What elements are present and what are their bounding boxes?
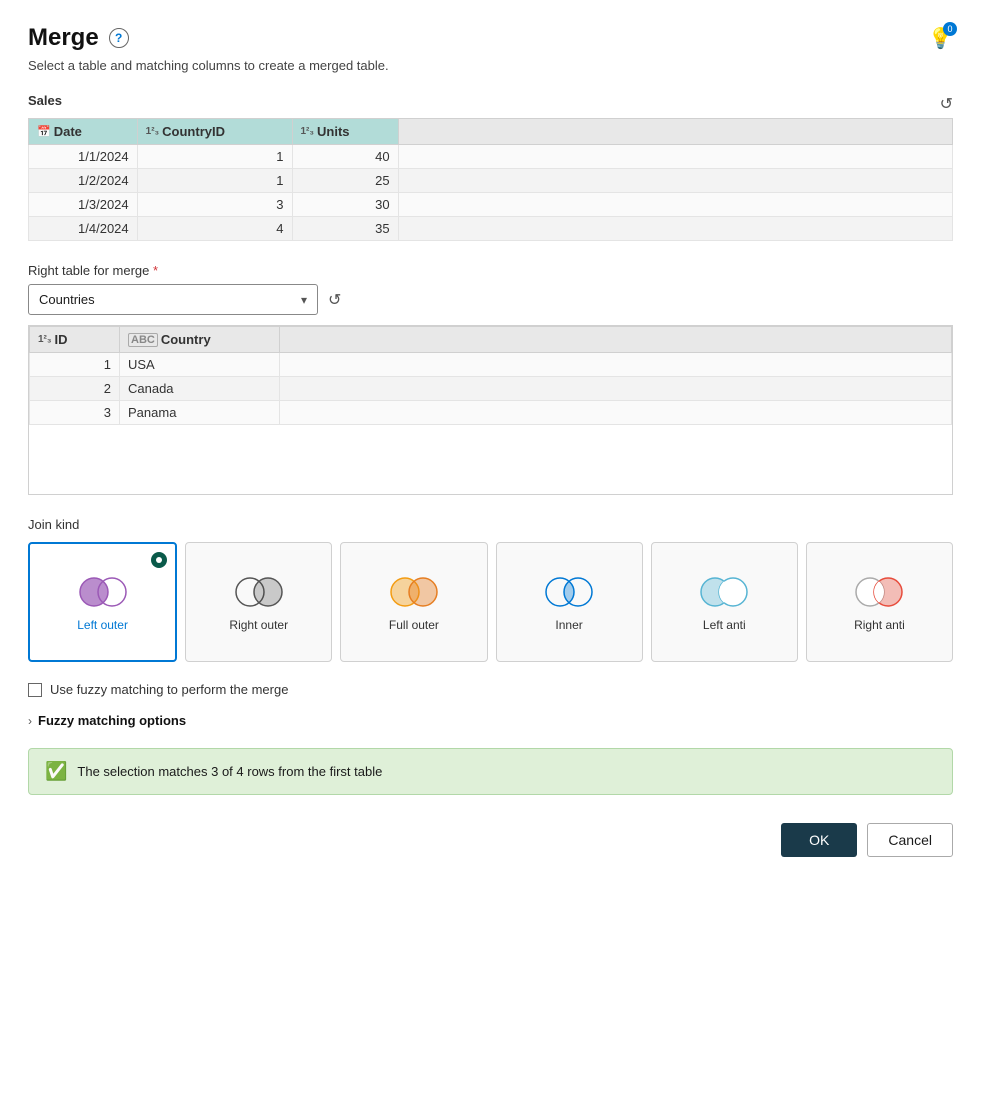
join-card-inner-label: Inner [555,618,582,632]
join-card-left-outer-label: Left outer [77,618,128,632]
right-table-field-label: Right table for merge * [28,263,953,278]
ok-button[interactable]: OK [781,823,857,857]
123-icon: 1²₃ [146,126,160,137]
fuzzy-checkbox[interactable] [28,683,42,697]
page-subtitle: Select a table and matching columns to c… [28,58,953,73]
full-outer-venn [387,574,441,610]
join-card-full-outer[interactable]: Full outer [340,542,487,662]
join-card-right-outer-label: Right outer [229,618,288,632]
right-table-dropdown[interactable]: Countries ▾ [28,284,318,315]
required-star: * [153,263,158,278]
join-card-right-outer[interactable]: Right outer [185,542,332,662]
table-row: 3 Panama [30,401,952,425]
fuzzy-label: Use fuzzy matching to perform the merge [50,682,288,697]
table-row: 1/2/2024 1 25 [29,169,953,193]
right-anti-venn [852,574,906,610]
123-icon-units: 1²₃ [301,126,315,137]
title-group: Merge ? [28,24,129,52]
sales-col-date[interactable]: 📅 Date [29,119,138,145]
success-check-icon: ✅ [45,761,67,782]
table-row: 2 Canada [30,377,952,401]
chevron-right-icon: › [28,714,32,728]
selected-indicator [151,552,167,568]
page-header: Merge ? 💡 0 [28,24,953,52]
bulb-icon-button[interactable]: 💡 0 [928,26,953,51]
join-card-right-anti[interactable]: Right anti [806,542,953,662]
success-text: The selection matches 3 of 4 rows from t… [77,764,382,779]
fuzzy-options-label: Fuzzy matching options [38,713,186,728]
countries-table: 1²₃ ID ABC Country 1 USA [29,326,952,425]
countries-col-country[interactable]: ABC Country [120,327,280,353]
123-icon-id: 1²₃ [38,334,52,345]
join-kind-label: Join kind [28,517,953,532]
join-card-right-anti-label: Right anti [854,618,905,632]
calendar-icon: 📅 [37,125,51,138]
chevron-down-icon: ▾ [301,293,307,307]
countries-col-empty [280,327,952,353]
table-row: 1/1/2024 1 40 [29,145,953,169]
table-row: 1 USA [30,353,952,377]
help-icon[interactable]: ? [109,28,129,48]
right-table-refresh-icon[interactable]: ↺ [328,290,341,310]
cancel-button[interactable]: Cancel [867,823,953,857]
dropdown-wrapper: Countries ▾ ↺ [28,284,953,315]
countries-col-id[interactable]: 1²₃ ID [30,327,120,353]
sales-refresh-icon[interactable]: ↺ [940,94,953,114]
join-cards: Left outer Right outer Full outer Inner [28,542,953,662]
join-card-left-outer[interactable]: Left outer [28,542,177,662]
join-card-left-anti-label: Left anti [703,618,746,632]
fuzzy-options-row[interactable]: › Fuzzy matching options [28,713,953,728]
page-title: Merge [28,24,99,52]
table-row: 1/4/2024 4 35 [29,217,953,241]
join-card-inner[interactable]: Inner [496,542,643,662]
left-outer-venn [76,574,130,610]
sales-col-empty [398,119,952,145]
sales-table-header: Sales ↺ [28,93,953,114]
inner-venn [542,574,596,610]
success-banner: ✅ The selection matches 3 of 4 rows from… [28,748,953,795]
abc-icon: ABC [128,333,158,347]
bulb-badge: 0 [943,22,957,36]
left-anti-venn [697,574,751,610]
sales-col-countryid[interactable]: 1²₃ CountryID [137,119,292,145]
footer-buttons: OK Cancel [28,823,953,857]
sales-col-units[interactable]: 1²₃ Units [292,119,398,145]
sales-table: 📅 Date 1²₃ CountryID 1²₃ Units 1/1/2024 [28,118,953,241]
fuzzy-matching-section: Use fuzzy matching to perform the merge [28,682,953,697]
table-row: 1/3/2024 3 30 [29,193,953,217]
countries-section: 1²₃ ID ABC Country 1 USA [28,325,953,495]
join-card-left-anti[interactable]: Left anti [651,542,798,662]
sales-label: Sales [28,93,62,108]
join-card-full-outer-label: Full outer [389,618,439,632]
right-outer-venn [232,574,286,610]
